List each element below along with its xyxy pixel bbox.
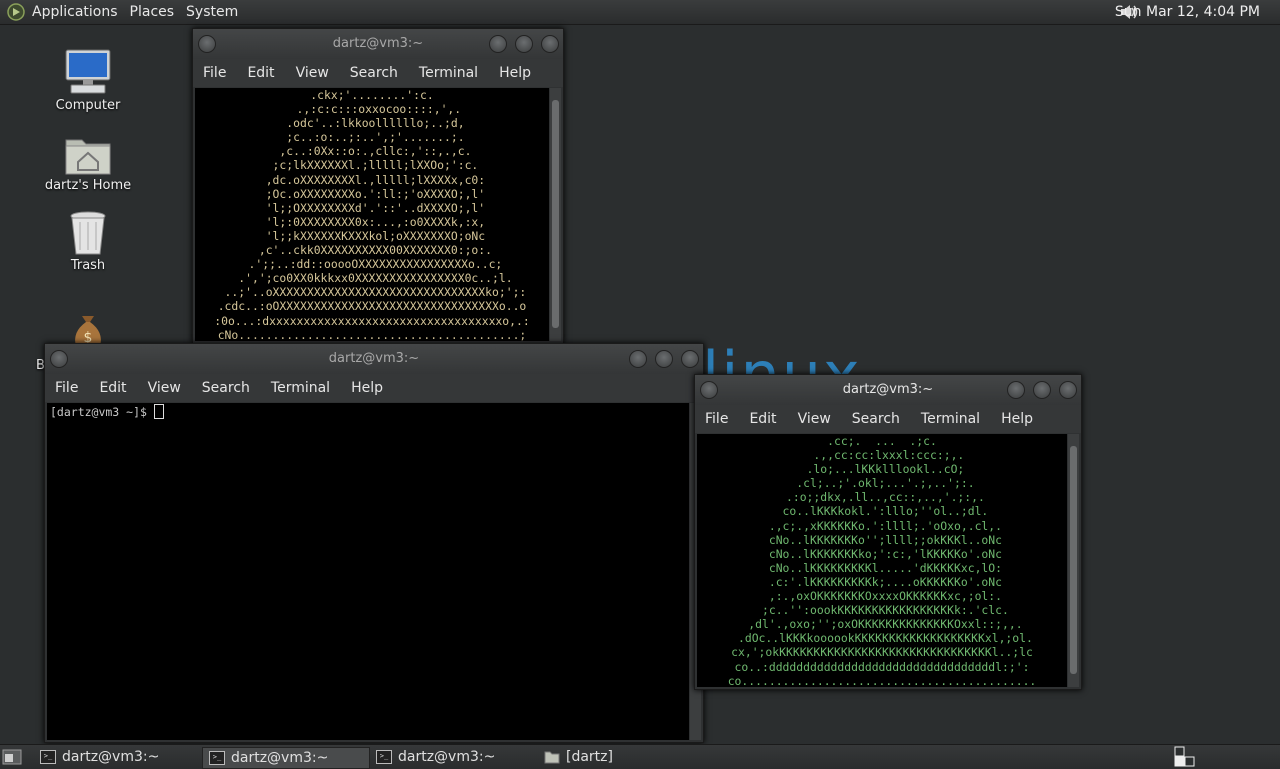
terminal-output[interactable]: .cc;. ... .;c. .,,cc:cc:lxxxl:ccc:;,. .l… — [697, 434, 1067, 687]
minimize-icon[interactable] — [1007, 381, 1025, 399]
terminal-icon: >_ — [209, 751, 225, 765]
maximize-icon[interactable] — [515, 35, 533, 53]
maximize-icon[interactable] — [1033, 381, 1051, 399]
window-titlebar[interactable]: dartz@vm3:~ — [193, 29, 563, 59]
scrollbar-thumb[interactable] — [1070, 446, 1077, 674]
window-menu-icon[interactable] — [198, 35, 216, 53]
menu-edit[interactable]: Edit — [247, 65, 274, 81]
menu-view[interactable]: View — [148, 380, 181, 396]
text-cursor — [153, 404, 164, 419]
terminal-icon: >_ — [40, 750, 56, 764]
taskbar-item[interactable]: [dartz] — [538, 747, 700, 767]
scrollbar[interactable] — [550, 88, 561, 341]
window-title: dartz@vm3:~ — [842, 382, 934, 397]
menu-view[interactable]: View — [296, 65, 329, 81]
terminal-icon: >_ — [376, 750, 392, 764]
window-menubar: File Edit View Search Terminal Help — [695, 405, 1081, 433]
workspace-switcher-icon[interactable] — [1172, 746, 1198, 768]
menu-help[interactable]: Help — [499, 65, 531, 81]
menu-terminal[interactable]: Terminal — [921, 411, 980, 427]
window-menu-icon[interactable] — [50, 350, 68, 368]
menu-edit[interactable]: Edit — [99, 380, 126, 396]
system-menu[interactable]: System — [186, 4, 238, 20]
taskbar-item[interactable]: >_ dartz@vm3:~ — [370, 747, 532, 767]
taskbar-item-label: dartz@vm3:~ — [398, 749, 496, 765]
clock[interactable]: Sun Mar 12, 4:04 PM — [1115, 4, 1260, 20]
desktop-icon-label: Trash — [70, 258, 106, 273]
window-menu-icon[interactable] — [700, 381, 718, 399]
places-menu[interactable]: Places — [130, 4, 175, 20]
shell-prompt: [dartz@vm3 ~]$ — [50, 404, 154, 419]
menu-view[interactable]: View — [798, 411, 831, 427]
desktop-icon-label: Computer — [55, 98, 121, 113]
taskbar-item-label: dartz@vm3:~ — [62, 749, 160, 765]
close-icon[interactable] — [541, 35, 559, 53]
menu-terminal[interactable]: Terminal — [419, 65, 478, 81]
close-icon[interactable] — [681, 350, 699, 368]
applications-menu[interactable]: Applications — [32, 4, 118, 20]
terminal-window-3[interactable]: dartz@vm3:~ File Edit View Search Termin… — [694, 374, 1082, 690]
distro-logo-icon[interactable] — [6, 2, 26, 22]
window-menubar: File Edit View Search Terminal Help — [193, 59, 563, 87]
menu-search[interactable]: Search — [350, 65, 398, 81]
taskbar-item-label: [dartz] — [566, 749, 613, 765]
terminal-window-2[interactable]: dartz@vm3:~ File Edit View Search Termin… — [44, 343, 704, 743]
terminal-output[interactable]: .ckx;'........':c. .,:c:c:::oxxocoo::::,… — [195, 88, 549, 341]
taskbar-item[interactable]: >_ dartz@vm3:~ — [34, 747, 196, 767]
window-titlebar[interactable]: dartz@vm3:~ — [45, 344, 703, 374]
trash-icon — [70, 211, 106, 255]
taskbar-item-label: dartz@vm3:~ — [231, 750, 329, 766]
menu-search[interactable]: Search — [202, 380, 250, 396]
ascii-art: .cc;. ... .;c. .,,cc:cc:lxxxl:ccc:;,. .l… — [727, 434, 1037, 687]
menu-search[interactable]: Search — [852, 411, 900, 427]
menu-edit[interactable]: Edit — [749, 411, 776, 427]
top-panel: Applications Places System Sun Mar 12, 4… — [0, 0, 1280, 25]
terminal-window-1[interactable]: dartz@vm3:~ File Edit View Search Termin… — [192, 28, 564, 344]
computer-icon — [65, 49, 111, 94]
show-desktop-icon[interactable] — [2, 748, 22, 766]
taskbar-item-active[interactable]: >_ dartz@vm3:~ — [202, 747, 370, 769]
menu-file[interactable]: File — [203, 65, 226, 81]
window-title: dartz@vm3:~ — [328, 351, 420, 366]
menu-terminal[interactable]: Terminal — [271, 380, 330, 396]
home-folder-icon — [65, 139, 111, 175]
window-title: dartz@vm3:~ — [332, 36, 424, 51]
window-menubar: File Edit View Search Terminal Help — [45, 374, 703, 402]
window-titlebar[interactable]: dartz@vm3:~ — [695, 375, 1081, 405]
menu-file[interactable]: File — [705, 411, 728, 427]
desktop-icon-label: dartz's Home — [44, 178, 132, 193]
ascii-art: .ckx;'........':c. .,:c:c:::oxxocoo::::,… — [214, 88, 530, 341]
scrollbar[interactable] — [1068, 434, 1079, 687]
folder-icon — [544, 751, 560, 764]
menu-help[interactable]: Help — [351, 380, 383, 396]
minimize-icon[interactable] — [629, 350, 647, 368]
menu-help[interactable]: Help — [1001, 411, 1033, 427]
desktop-icon-computer[interactable]: Computer — [38, 44, 138, 113]
maximize-icon[interactable] — [655, 350, 673, 368]
bottom-panel: >_ dartz@vm3:~ >_ dartz@vm3:~ >_ dartz@v… — [0, 744, 1280, 769]
desktop-icon-home[interactable]: dartz's Home — [38, 124, 138, 193]
scrollbar-thumb[interactable] — [552, 100, 559, 328]
menu-file[interactable]: File — [55, 380, 78, 396]
terminal-output[interactable]: [dartz@vm3 ~]$ — [47, 403, 689, 740]
minimize-icon[interactable] — [489, 35, 507, 53]
desktop-icon-trash[interactable]: Trash — [38, 204, 138, 273]
close-icon[interactable] — [1059, 381, 1077, 399]
